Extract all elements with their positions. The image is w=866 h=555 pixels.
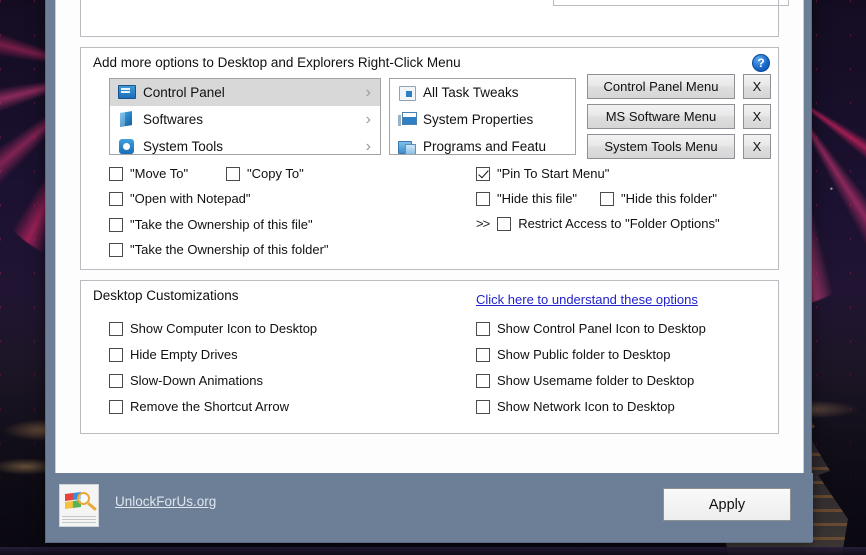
checkbox-hide-this-folder[interactable]: "Hide this folder" xyxy=(600,191,717,206)
rightclick-left-tree[interactable]: Control Panel › Softwares › System Tools… xyxy=(109,78,381,155)
checkbox-label: Show Public folder to Desktop xyxy=(497,347,671,362)
tree-item-label: System Properties xyxy=(423,112,534,127)
checkbox-box[interactable] xyxy=(109,166,123,181)
help-icon[interactable]: ? xyxy=(752,54,770,72)
logo-caption-lines xyxy=(62,516,96,523)
checkbox-label: Show Usemame folder to Desktop xyxy=(497,373,695,388)
checkbox-box[interactable] xyxy=(109,321,123,336)
checkbox-open-with-notepad[interactable]: "Open with Notepad" xyxy=(109,191,251,206)
checkbox-box[interactable] xyxy=(476,373,490,388)
rightclick-right-tree[interactable]: All Task Tweaks System Properties Progra… xyxy=(389,78,576,155)
checkbox-hide-this-file[interactable]: "Hide this file" xyxy=(476,191,577,206)
checkbox-box[interactable] xyxy=(109,347,123,362)
checkbox-label: Slow-Down Animations xyxy=(130,373,263,388)
checkbox-take-ownership-folder[interactable]: "Take the Ownership of this folder" xyxy=(109,242,329,257)
checkbox-label: Restrict Access to "Folder Options" xyxy=(518,216,720,231)
checkbox-remove-shortcut-arrow[interactable]: Remove the Shortcut Arrow xyxy=(109,399,289,414)
checkbox-label: "Copy To" xyxy=(247,166,304,181)
tree-item-label: Softwares xyxy=(143,112,204,127)
chevron-right-icon: › xyxy=(365,137,371,155)
checkbox-label: "Take the Ownership of this file" xyxy=(130,217,313,232)
checkbox-show-control-panel-icon[interactable]: Show Control Panel Icon to Desktop xyxy=(476,321,706,336)
checkbox-box[interactable] xyxy=(109,217,123,232)
programs-features-icon xyxy=(398,138,416,154)
checkbox-box[interactable] xyxy=(109,191,123,206)
unlockforus-logo-icon xyxy=(59,484,99,527)
tree-item-system-tools[interactable]: System Tools › xyxy=(110,133,380,155)
chevron-right-icon: › xyxy=(365,110,371,128)
checkbox-label: "Pin To Start Menu" xyxy=(497,166,610,181)
system-properties-icon xyxy=(398,111,417,128)
understand-options-link[interactable]: Click here to understand these options xyxy=(476,292,698,307)
tree-item-softwares[interactable]: Softwares › xyxy=(110,106,380,133)
checkbox-show-username-folder[interactable]: Show Usemame folder to Desktop xyxy=(476,373,694,388)
brand-website-link[interactable]: UnlockForUs.org xyxy=(115,494,216,509)
checkbox-hide-empty-drives[interactable]: Hide Empty Drives xyxy=(109,347,238,362)
checkbox-pin-to-start-menu[interactable]: "Pin To Start Menu" xyxy=(476,166,609,181)
tree-item-label: Programs and Featu xyxy=(423,139,547,154)
checkbox-label: "Hide this folder" xyxy=(621,191,717,206)
checkbox-show-public-folder[interactable]: Show Public folder to Desktop xyxy=(476,347,670,362)
tree-item-label: Control Panel xyxy=(143,85,225,100)
window-footer: UnlockForUs.org Apply xyxy=(46,473,813,542)
checkbox-box[interactable] xyxy=(600,191,614,206)
checkbox-restrict-folder-options[interactable]: >> Restrict Access to "Folder Options" xyxy=(476,216,720,231)
box-icon xyxy=(118,111,135,128)
rightclick-menu-group: Add more options to Desktop and Explorer… xyxy=(80,47,779,270)
checkbox-box[interactable] xyxy=(476,321,490,336)
checkbox-box[interactable] xyxy=(476,399,490,414)
checkbox-label: Show Computer Icon to Desktop xyxy=(130,321,318,336)
checkbox-label: Hide Empty Drives xyxy=(130,347,238,362)
checkbox-box[interactable] xyxy=(109,399,123,414)
checkbox-label: "Move To" xyxy=(130,166,189,181)
remove-system-tools-menu-button[interactable]: X xyxy=(743,134,771,159)
checkbox-copy-to[interactable]: "Copy To" xyxy=(226,166,304,181)
system-tools-menu-button[interactable]: System Tools Menu xyxy=(587,134,735,159)
checkbox-label: Show Network Icon to Desktop xyxy=(497,399,675,414)
chevron-right-icon: › xyxy=(365,83,371,101)
gear-icon xyxy=(118,138,135,154)
task-tweaks-icon xyxy=(398,84,416,101)
tree-item-programs-and-features[interactable]: Programs and Featu xyxy=(390,133,575,154)
checkbox-take-ownership-file[interactable]: "Take the Ownership of this file" xyxy=(109,217,313,232)
checkbox-label: "Take the Ownership of this folder" xyxy=(130,242,329,257)
checkbox-box[interactable] xyxy=(109,373,123,388)
control-panel-menu-button[interactable]: Control Panel Menu xyxy=(587,74,735,99)
checkbox-box[interactable] xyxy=(476,347,490,362)
checkbox-label: "Open with Notepad" xyxy=(130,191,251,206)
remove-control-panel-menu-button[interactable]: X xyxy=(743,74,771,99)
tree-item-label: All Task Tweaks xyxy=(423,85,519,100)
checkbox-box[interactable] xyxy=(109,242,123,257)
checkbox-box[interactable] xyxy=(226,166,240,181)
checkbox-slow-down-animations[interactable]: Slow-Down Animations xyxy=(109,373,263,388)
application-window: Owner: mav_uk28@yahoo.co.uk Organization… xyxy=(45,0,813,543)
form-scroll-viewport: Owner: mav_uk28@yahoo.co.uk Organization… xyxy=(56,0,803,499)
tree-item-all-task-tweaks[interactable]: All Task Tweaks xyxy=(390,79,575,106)
checkbox-box[interactable] xyxy=(497,216,512,231)
double-chevron-icon: >> xyxy=(476,216,490,231)
checkbox-label: Remove the Shortcut Arrow xyxy=(130,399,289,414)
checkbox-show-network-icon[interactable]: Show Network Icon to Desktop xyxy=(476,399,675,414)
magnifier-handle-icon xyxy=(87,502,97,511)
monitor-icon xyxy=(118,84,136,101)
rightclick-section-title: Add more options to Desktop and Explorer… xyxy=(93,55,461,70)
desktop-customizations-group: Desktop Customizations Click here to und… xyxy=(80,280,779,434)
window-client-area: Owner: mav_uk28@yahoo.co.uk Organization… xyxy=(55,0,804,500)
apply-button[interactable]: Apply xyxy=(663,488,791,521)
checkbox-show-computer-icon[interactable]: Show Computer Icon to Desktop xyxy=(109,321,317,336)
tree-item-label: System Tools xyxy=(143,139,224,154)
tree-item-control-panel[interactable]: Control Panel › xyxy=(110,79,380,106)
checkbox-label: Show Control Panel Icon to Desktop xyxy=(497,321,706,336)
launch-group: Launch OEM Info Owner Info xyxy=(553,0,789,6)
checkbox-move-to[interactable]: "Move To" xyxy=(109,166,188,181)
checkbox-box[interactable] xyxy=(476,191,490,206)
checkbox-box[interactable] xyxy=(476,166,490,181)
checkbox-label: "Hide this file" xyxy=(497,191,578,206)
taskbar-strip xyxy=(0,547,866,555)
remove-ms-software-menu-button[interactable]: X xyxy=(743,104,771,129)
owner-information-group: Owner: mav_uk28@yahoo.co.uk Organization… xyxy=(80,0,789,37)
ms-software-menu-button[interactable]: MS Software Menu xyxy=(587,104,735,129)
form-content: Owner: mav_uk28@yahoo.co.uk Organization… xyxy=(56,0,803,444)
tree-item-system-properties[interactable]: System Properties xyxy=(390,106,575,133)
